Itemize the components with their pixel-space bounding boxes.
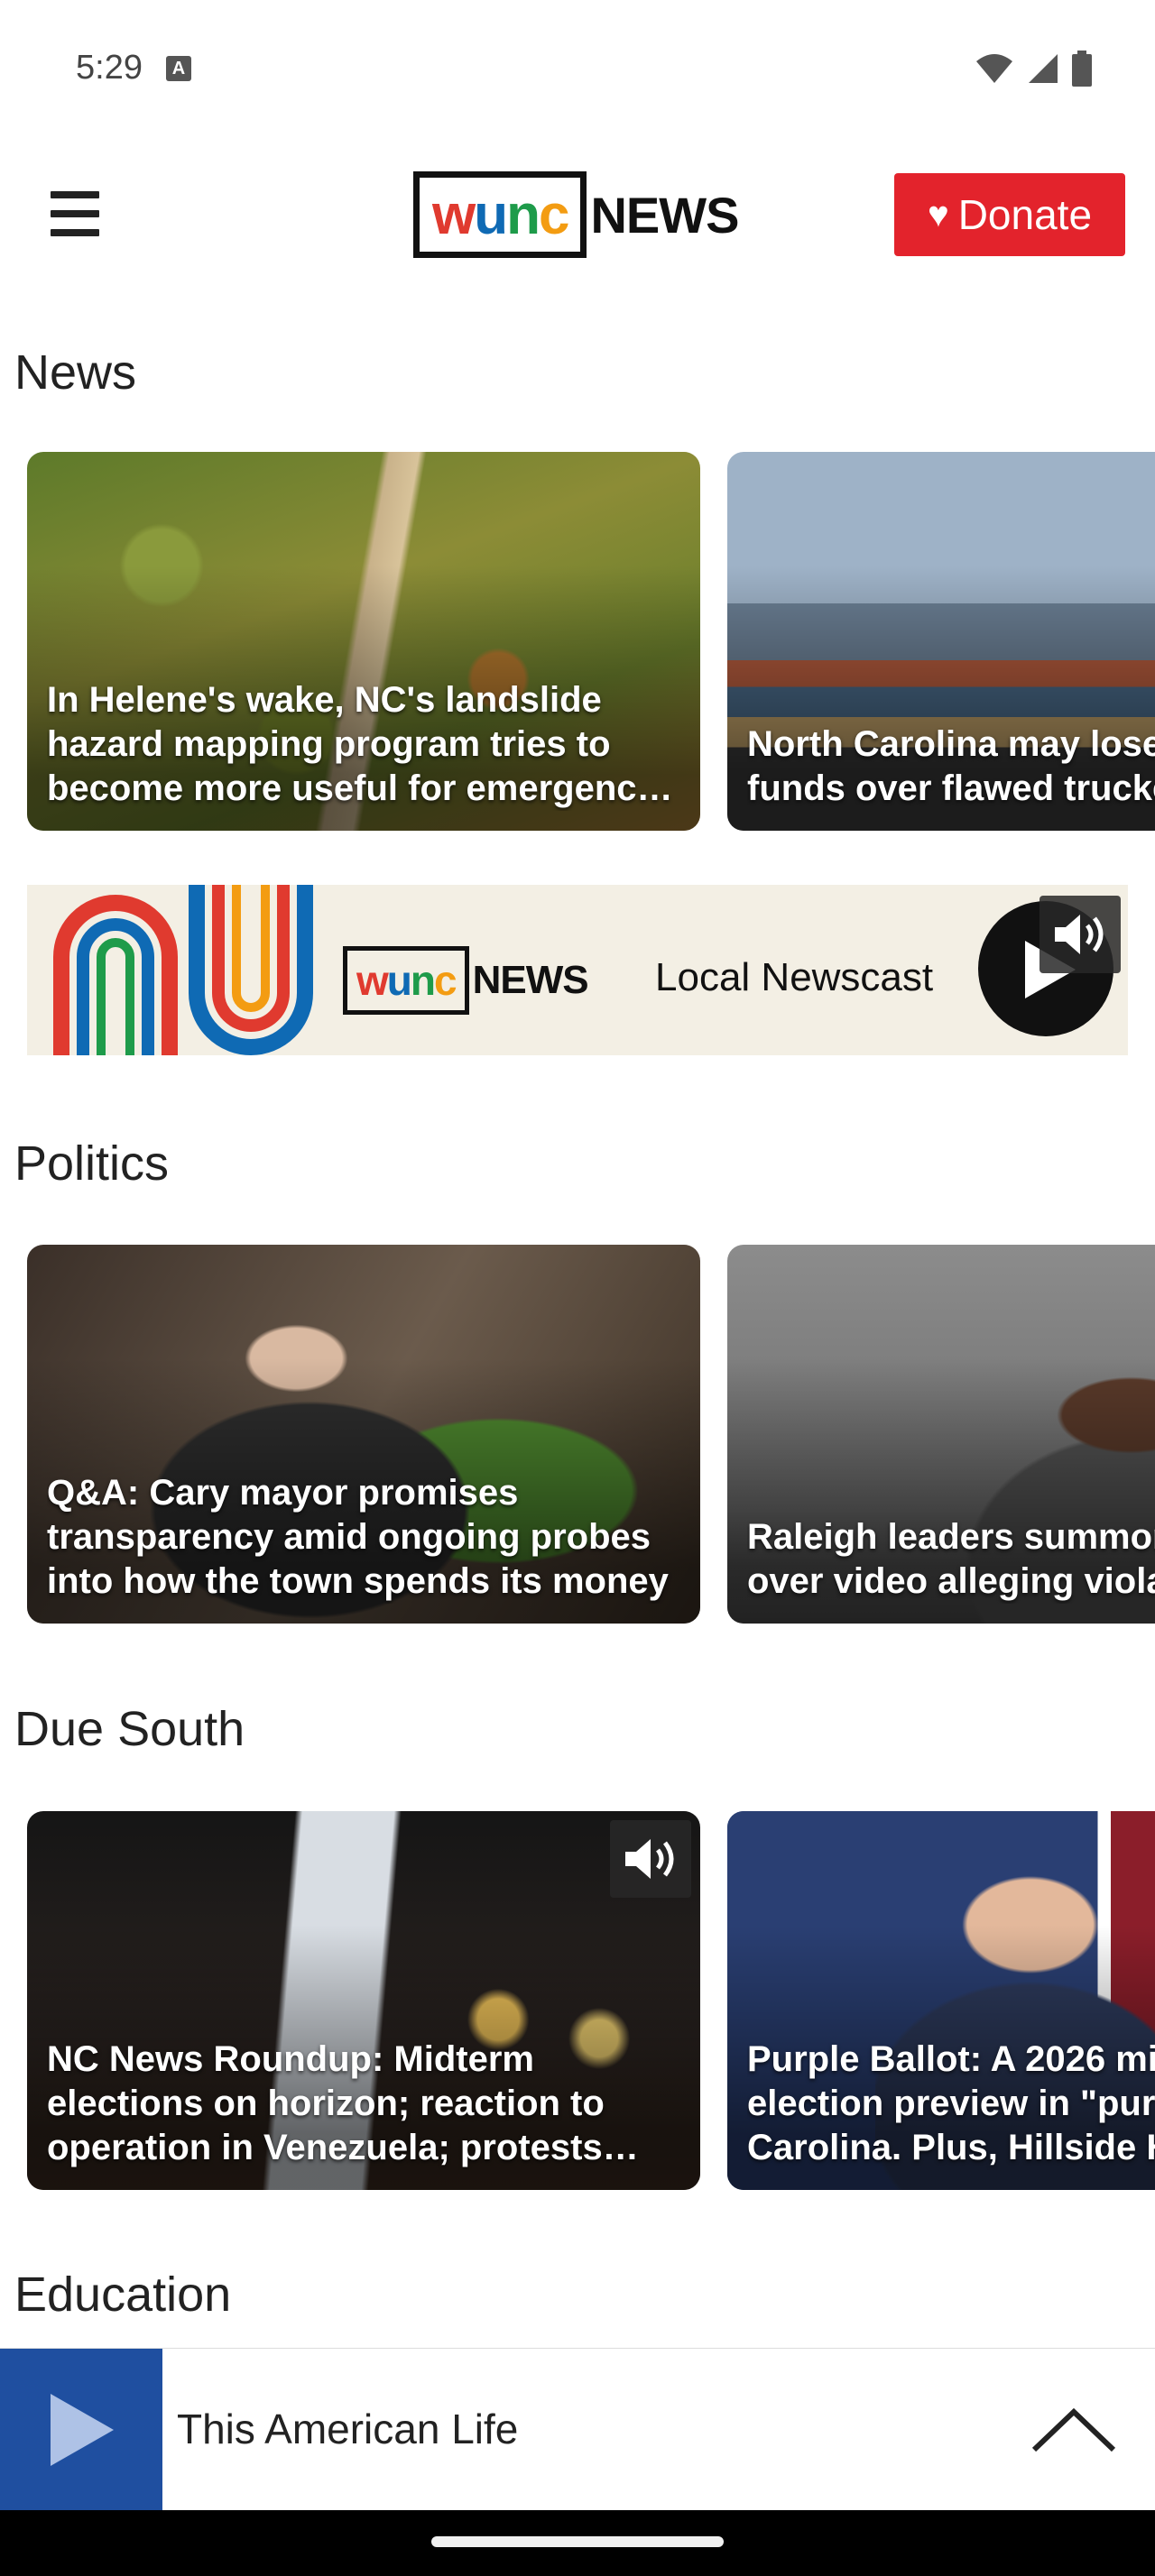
section-title-education: Education: [14, 2268, 232, 2322]
news-carousel[interactable]: In Helene's wake, NC's landslide hazard …: [27, 452, 1155, 831]
hamburger-menu-icon[interactable]: [51, 191, 99, 236]
cellular-icon: [1029, 54, 1058, 83]
arches-graphic: [53, 885, 313, 1055]
banner-logo: wunc NEWS: [343, 946, 589, 1015]
logo-wunc: wunc: [413, 171, 587, 258]
mini-player[interactable]: This American Life: [0, 2348, 1155, 2511]
logo-news-text: NEWS: [590, 186, 739, 244]
battery-icon: [1072, 51, 1092, 87]
app-header: wunc NEWS ♥ Donate: [0, 135, 1155, 298]
donate-button[interactable]: ♥ Donate: [894, 173, 1125, 256]
speaker-icon: [1040, 896, 1121, 973]
player-title: This American Life: [177, 2406, 519, 2452]
status-time: 5:29: [76, 49, 143, 87]
banner-logo-wunc: wunc: [343, 946, 469, 1015]
home-gesture-handle[interactable]: [431, 2536, 724, 2547]
local-newscast-banner[interactable]: wunc NEWS Local Newscast: [27, 885, 1128, 1055]
heart-icon: ♥: [927, 194, 949, 235]
story-card[interactable]: Q&A: Cary mayor promises transparency am…: [27, 1245, 700, 1624]
system-navigation-bar: [0, 2510, 1155, 2576]
story-headline: Purple Ballot: A 2026 midterm election p…: [747, 2039, 1155, 2167]
status-icons: [975, 51, 1092, 87]
speaker-icon: [610, 1820, 691, 1898]
status-bar: 5:29 A: [0, 0, 1155, 135]
chevron-up-icon[interactable]: [1029, 2403, 1119, 2457]
section-title-due-south: Due South: [14, 1702, 245, 1756]
story-headline: In Helene's wake, NC's landslide hazard …: [47, 680, 657, 808]
story-card[interactable]: North Carolina may lose federal funds ov…: [727, 452, 1155, 831]
wifi-icon: [976, 54, 1012, 83]
banner-logo-news: NEWS: [472, 958, 589, 1002]
wunc-news-logo[interactable]: wunc NEWS: [413, 171, 739, 258]
story-card[interactable]: In Helene's wake, NC's landslide hazard …: [27, 452, 700, 831]
story-headline: NC News Roundup: Midterm elections on ho…: [47, 2039, 605, 2167]
section-title-politics: Politics: [14, 1136, 170, 1191]
story-card[interactable]: Purple Ballot: A 2026 midterm election p…: [727, 1811, 1155, 2190]
politics-carousel[interactable]: Q&A: Cary mayor promises transparency am…: [27, 1245, 1155, 1624]
player-play-button[interactable]: [0, 2349, 162, 2511]
story-card[interactable]: NC News Roundup: Midterm elections on ho…: [27, 1811, 700, 2190]
story-headline: Q&A: Cary mayor promises transparency am…: [47, 1473, 669, 1601]
notification-icon: A: [166, 56, 191, 81]
section-title-news: News: [14, 345, 137, 400]
donate-label: Donate: [957, 191, 1093, 238]
story-headline: North Carolina may lose federal funds ov…: [747, 724, 1155, 808]
story-headline: Raleigh leaders summon legislature over …: [747, 1517, 1155, 1601]
due-south-carousel[interactable]: NC News Roundup: Midterm elections on ho…: [27, 1811, 1155, 2190]
banner-title: Local Newscast: [655, 955, 934, 999]
story-card[interactable]: Raleigh leaders summon legislature over …: [727, 1245, 1155, 1624]
